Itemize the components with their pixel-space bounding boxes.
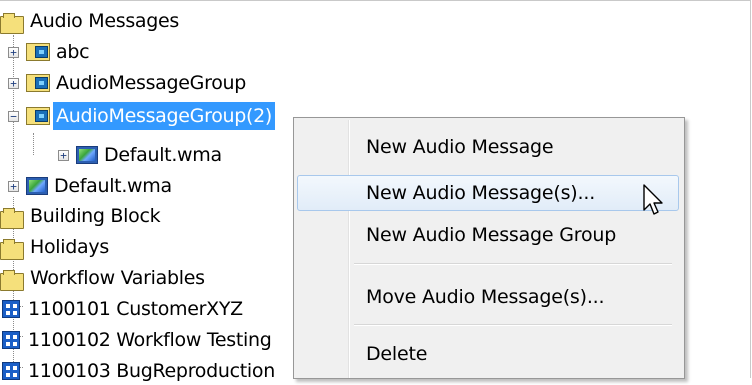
- workflow-icon: [2, 331, 20, 349]
- menu-item-delete[interactable]: Delete: [297, 336, 679, 372]
- tree-node-label: Default.wma: [54, 175, 172, 197]
- audio-group-folder-icon: [26, 43, 50, 61]
- folder-icon: [0, 239, 24, 260]
- tree-node-label: 1100102 Workflow Testing: [28, 329, 272, 351]
- folder-icon: [0, 208, 24, 229]
- tree-node-group[interactable]: + abc: [0, 38, 90, 66]
- tree-node-label: abc: [56, 41, 90, 63]
- audio-file-icon: [76, 146, 98, 164]
- tree-node-audio-messages[interactable]: Audio Messages: [0, 7, 179, 35]
- tree-node-workflow[interactable]: 1100103 BugReproduction: [0, 357, 275, 385]
- tree-node-label: Holidays: [30, 236, 109, 258]
- tree-node-folder[interactable]: Building Block: [0, 202, 161, 230]
- mouse-pointer-icon: [643, 184, 663, 215]
- tree-node-group[interactable]: + AudioMessageGroup: [0, 69, 246, 97]
- audio-file-icon: [26, 177, 48, 195]
- context-menu: New Audio Message New Audio Message(s)..…: [293, 117, 685, 379]
- tree-node-audio-file[interactable]: + Default.wma: [0, 141, 222, 169]
- audio-group-folder-icon: [26, 74, 50, 92]
- tree-node-label: Audio Messages: [30, 10, 180, 32]
- tree-node-label: AudioMessageGroup: [56, 72, 247, 94]
- tree-node-label: 1100103 BugReproduction: [28, 360, 275, 382]
- menu-item-new-audio-message[interactable]: New Audio Message: [297, 129, 679, 165]
- tree-node-folder[interactable]: Holidays: [0, 233, 109, 261]
- collapse-toggle-icon[interactable]: −: [8, 111, 19, 122]
- workflow-icon: [2, 300, 20, 318]
- tree-node-label: Default.wma: [104, 144, 222, 166]
- tree-node-group-selected[interactable]: − AudioMessageGroup(2): [0, 102, 276, 130]
- workflow-icon: [2, 362, 20, 380]
- menu-item-new-audio-message-group[interactable]: New Audio Message Group: [297, 217, 679, 253]
- folder-icon: [0, 13, 24, 34]
- audio-group-folder-icon: [26, 107, 50, 125]
- tree-node-workflow[interactable]: 1100102 Workflow Testing: [0, 326, 272, 354]
- expand-toggle-icon[interactable]: +: [8, 181, 19, 192]
- menu-separator: [354, 263, 672, 265]
- expand-toggle-icon[interactable]: +: [8, 78, 19, 89]
- tree-node-label: AudioMessageGroup(2): [53, 102, 276, 130]
- menu-item-label: New Audio Message: [366, 136, 554, 158]
- menu-separator: [354, 324, 672, 326]
- menu-item-move-audio-messages[interactable]: Move Audio Message(s)...: [297, 279, 679, 315]
- tree-node-workflow[interactable]: 1100101 CustomerXYZ: [0, 295, 243, 323]
- folder-icon: [0, 270, 24, 291]
- expand-toggle-icon[interactable]: +: [8, 47, 19, 58]
- tree-node-label: Workflow Variables: [30, 267, 205, 289]
- menu-item-label: Move Audio Message(s)...: [366, 286, 605, 308]
- tree-node-label: 1100101 CustomerXYZ: [28, 298, 243, 320]
- menu-item-new-audio-messages[interactable]: New Audio Message(s)...: [297, 175, 679, 211]
- expand-toggle-icon[interactable]: +: [58, 150, 69, 161]
- menu-item-label: New Audio Message(s)...: [366, 182, 596, 204]
- menu-item-label: Delete: [366, 343, 428, 365]
- menu-item-label: New Audio Message Group: [366, 224, 617, 246]
- tree-node-folder[interactable]: Workflow Variables: [0, 264, 205, 292]
- tree-node-label: Building Block: [30, 205, 161, 227]
- tree-node-audio-file[interactable]: + Default.wma: [0, 172, 172, 200]
